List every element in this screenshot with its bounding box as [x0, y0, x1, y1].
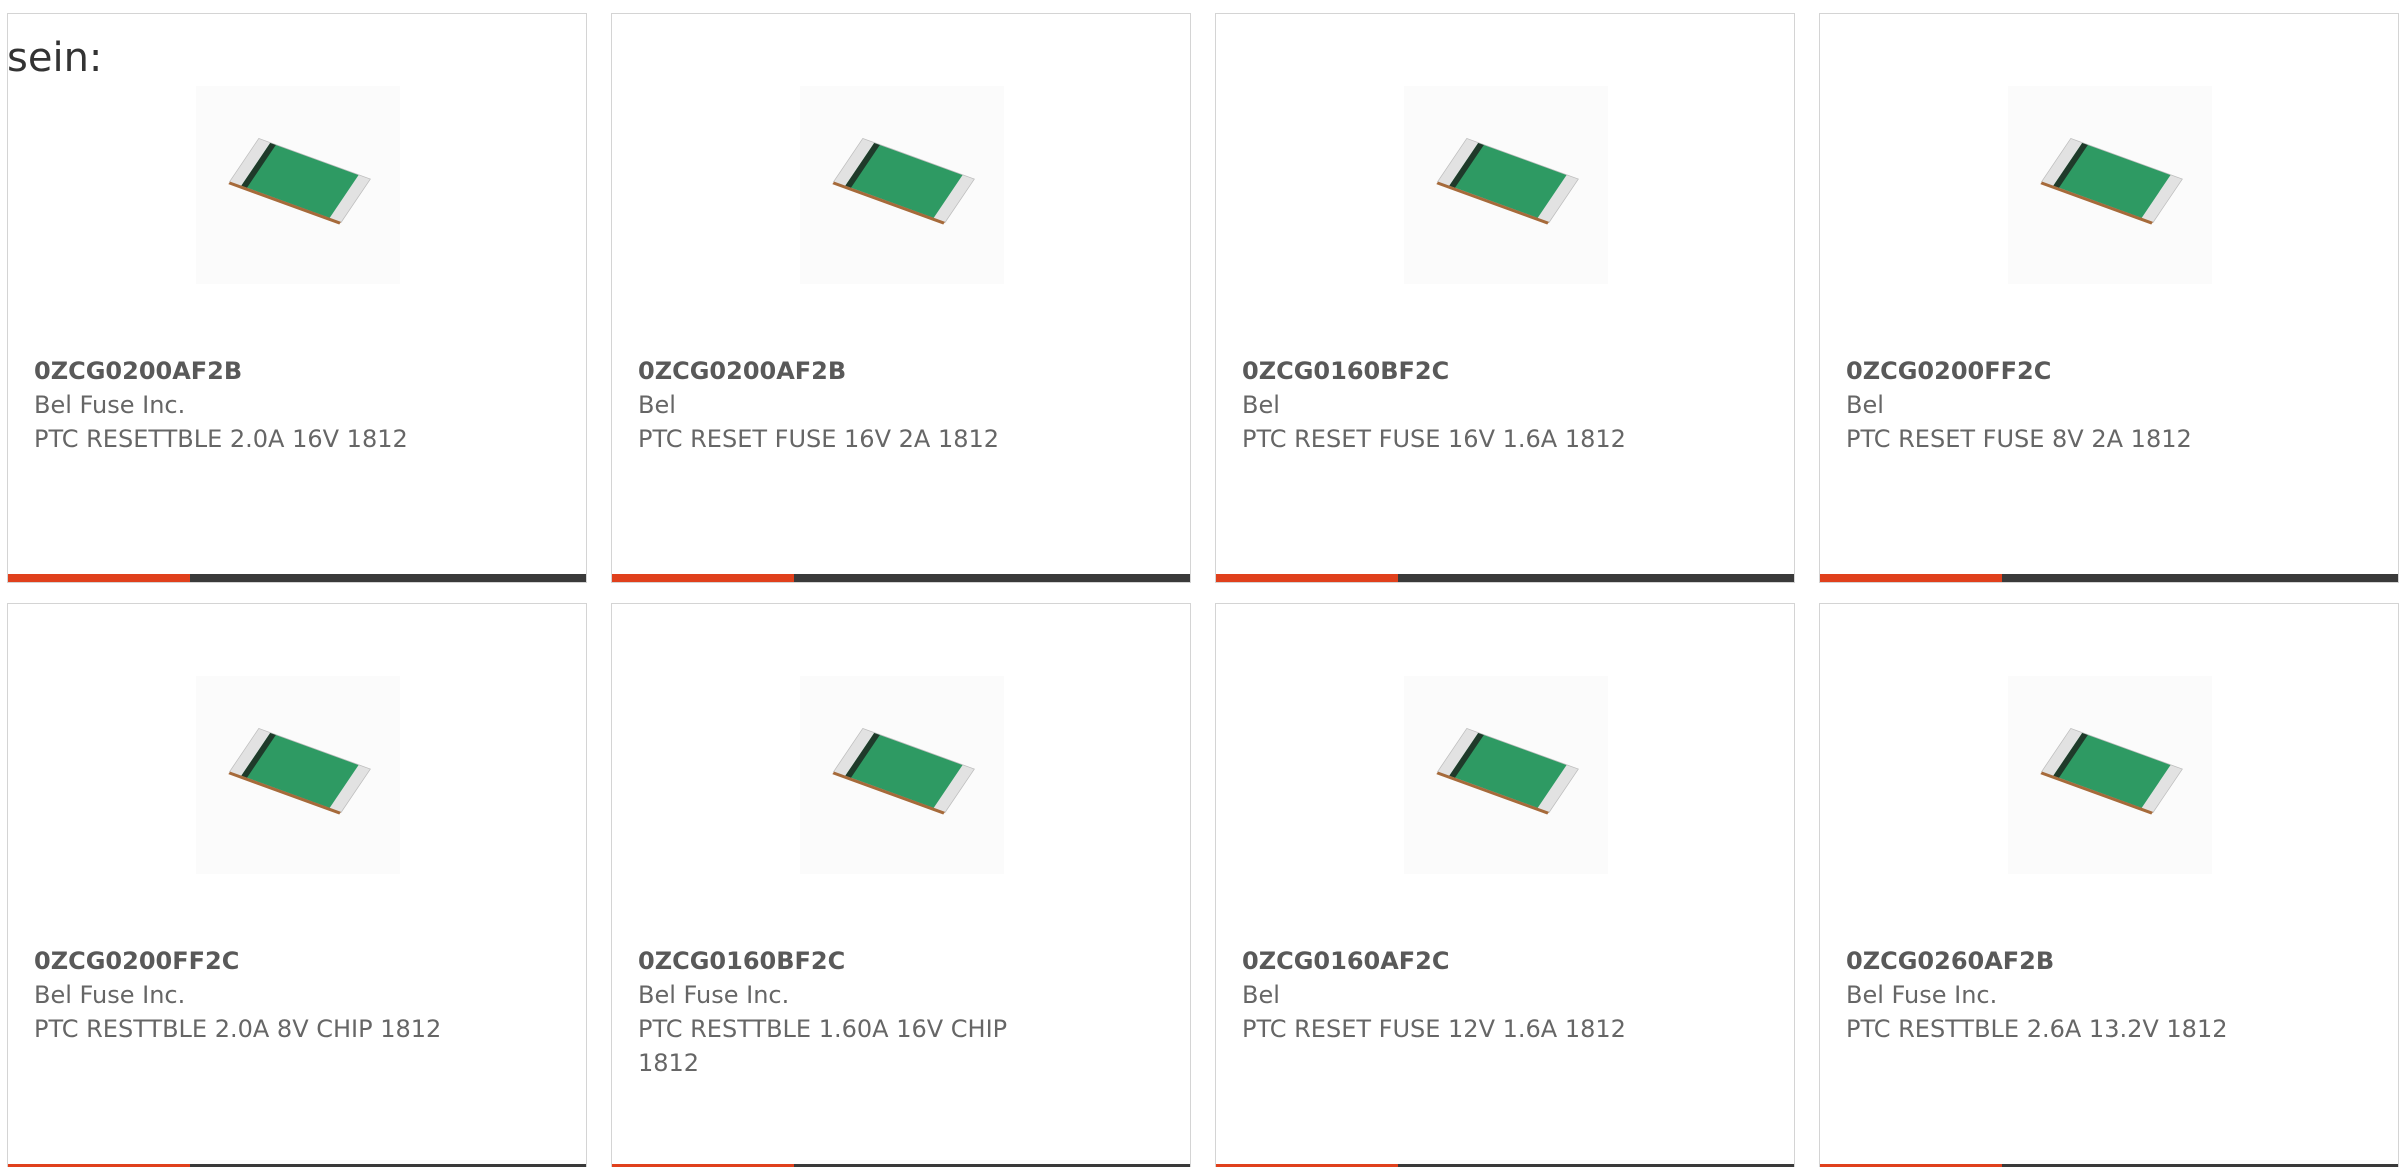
ptc-fuse-chip-icon	[832, 727, 975, 815]
product-part-number[interactable]: 0ZCG0200AF2B	[638, 354, 1058, 388]
product-card[interactable]: 0ZCG0200FF2C Bel Fuse Inc. PTC RESTTBLE …	[7, 603, 587, 1167]
product-image[interactable]	[800, 86, 1004, 284]
card-footer-bar	[612, 574, 1190, 582]
product-card[interactable]: 0ZCG0160AF2C Bel PTC RESET FUSE 12V 1.6A…	[1215, 603, 1795, 1167]
product-part-number[interactable]: 0ZCG0160AF2C	[1242, 944, 1662, 978]
product-card[interactable]: 0ZCG0160BF2C Bel PTC RESET FUSE 16V 1.6A…	[1215, 13, 1795, 583]
product-manufacturer: Bel	[1846, 391, 1884, 419]
card-footer-bar	[1216, 574, 1794, 582]
product-info: 0ZCG0260AF2B Bel Fuse Inc. PTC RESTTBLE …	[1846, 944, 2266, 1046]
product-image[interactable]	[2008, 676, 2212, 874]
product-card[interactable]: 0ZCG0200AF2B Bel Fuse Inc. PTC RESETTBLE…	[7, 13, 587, 583]
product-image[interactable]	[196, 86, 400, 284]
product-part-number[interactable]: 0ZCG0160BF2C	[1242, 354, 1662, 388]
product-description: PTC RESTTBLE 2.0A 8V CHIP 1812	[34, 1015, 442, 1043]
product-part-number[interactable]: 0ZCG0200FF2C	[34, 944, 454, 978]
product-manufacturer: Bel	[1242, 981, 1280, 1009]
product-description: PTC RESETTBLE 2.0A 16V 1812	[34, 425, 408, 453]
ptc-fuse-chip-icon	[228, 727, 371, 815]
product-info: 0ZCG0200AF2B Bel PTC RESET FUSE 16V 2A 1…	[638, 354, 1058, 456]
product-info: 0ZCG0160BF2C Bel Fuse Inc. PTC RESTTBLE …	[638, 944, 1058, 1080]
product-manufacturer: Bel Fuse Inc.	[638, 981, 790, 1009]
product-part-number[interactable]: 0ZCG0260AF2B	[1846, 944, 2266, 978]
product-part-number[interactable]: 0ZCG0200FF2C	[1846, 354, 2266, 388]
card-footer-accent	[612, 574, 794, 582]
product-info: 0ZCG0160AF2C Bel PTC RESET FUSE 12V 1.6A…	[1242, 944, 1662, 1046]
card-footer-bar	[1820, 574, 2398, 582]
intro-text: sein:	[7, 35, 103, 81]
product-description: PTC RESET FUSE 12V 1.6A 1812	[1242, 1015, 1626, 1043]
product-info: 0ZCG0200FF2C Bel Fuse Inc. PTC RESTTBLE …	[34, 944, 454, 1046]
product-manufacturer: Bel Fuse Inc.	[1846, 981, 1998, 1009]
product-image[interactable]	[2008, 86, 2212, 284]
product-card[interactable]: 0ZCG0200AF2B Bel PTC RESET FUSE 16V 2A 1…	[611, 13, 1191, 583]
product-manufacturer: Bel	[1242, 391, 1280, 419]
product-manufacturer: Bel Fuse Inc.	[34, 391, 186, 419]
product-description: PTC RESET FUSE 16V 2A 1812	[638, 425, 1000, 453]
product-card[interactable]: 0ZCG0200FF2C Bel PTC RESET FUSE 8V 2A 18…	[1819, 13, 2399, 583]
product-info: 0ZCG0200FF2C Bel PTC RESET FUSE 8V 2A 18…	[1846, 354, 2266, 456]
product-part-number[interactable]: 0ZCG0160BF2C	[638, 944, 1058, 978]
ptc-fuse-chip-icon	[1436, 727, 1579, 815]
product-part-number[interactable]: 0ZCG0200AF2B	[34, 354, 454, 388]
card-footer-accent	[1820, 574, 2002, 582]
ptc-fuse-chip-icon	[832, 137, 975, 225]
product-image[interactable]	[800, 676, 1004, 874]
product-description: PTC RESET FUSE 8V 2A 1812	[1846, 425, 2192, 453]
card-footer-bar	[8, 574, 586, 582]
product-manufacturer: Bel	[638, 391, 676, 419]
product-description: PTC RESET FUSE 16V 1.6A 1812	[1242, 425, 1626, 453]
product-image[interactable]	[1404, 86, 1608, 284]
product-description: PTC RESTTBLE 2.6A 13.2V 1812	[1846, 1015, 2228, 1043]
ptc-fuse-chip-icon	[2040, 137, 2183, 225]
ptc-fuse-chip-icon	[2040, 727, 2183, 815]
product-info: 0ZCG0200AF2B Bel Fuse Inc. PTC RESETTBLE…	[34, 354, 454, 456]
product-image[interactable]	[196, 676, 400, 874]
product-card[interactable]: 0ZCG0160BF2C Bel Fuse Inc. PTC RESTTBLE …	[611, 603, 1191, 1167]
product-info: 0ZCG0160BF2C Bel PTC RESET FUSE 16V 1.6A…	[1242, 354, 1662, 456]
product-manufacturer: Bel Fuse Inc.	[34, 981, 186, 1009]
product-image[interactable]	[1404, 676, 1608, 874]
product-card[interactable]: 0ZCG0260AF2B Bel Fuse Inc. PTC RESTTBLE …	[1819, 603, 2399, 1167]
product-grid: 0ZCG0200AF2B Bel Fuse Inc. PTC RESETTBLE…	[7, 13, 2399, 1167]
ptc-fuse-chip-icon	[1436, 137, 1579, 225]
product-description: PTC RESTTBLE 1.60A 16V CHIP 1812	[638, 1015, 1008, 1077]
card-footer-accent	[8, 574, 190, 582]
ptc-fuse-chip-icon	[228, 137, 371, 225]
product-listing-page: sein: 0ZCG0200AF2B Bel Fuse Inc. PTC RES…	[0, 0, 2400, 1167]
card-footer-accent	[1216, 574, 1398, 582]
